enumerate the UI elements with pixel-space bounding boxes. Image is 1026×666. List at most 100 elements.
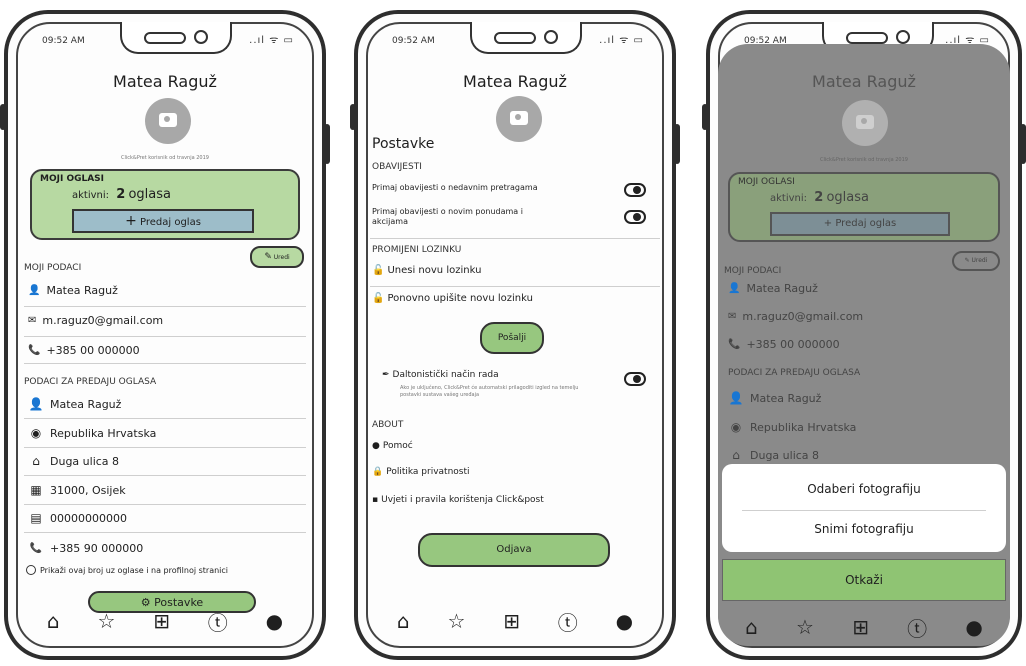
phone-notch xyxy=(120,22,232,54)
terms-link[interactable]: ▪ Uvjeti i pravila korištenja Click&post xyxy=(372,495,544,505)
phone-power-button xyxy=(674,124,680,164)
sell-street: Duga ulica 8 xyxy=(50,454,120,468)
colorblind-row: ✒ Daltonistički način rada xyxy=(382,370,499,380)
active-label: aktivni: xyxy=(72,190,110,201)
lock-icon: 🔓 xyxy=(372,293,385,304)
plus-icon: + xyxy=(823,218,833,229)
radio-button[interactable] xyxy=(26,565,36,575)
my-ads-title: MOJI OGLASI xyxy=(738,177,795,187)
edit-icon: ✎ xyxy=(964,257,970,264)
sell-name: Matea Raguž xyxy=(50,397,122,411)
my-data-phone: +385 00 000000 xyxy=(746,338,840,351)
chat-icon[interactable]: ⓣ xyxy=(907,613,927,642)
status-icons: ..ıl ᯤ ▭ xyxy=(599,35,644,46)
settings-title: Postavke xyxy=(372,136,435,152)
help-link[interactable]: ● Pomoć xyxy=(372,441,413,451)
colorblind-toggle[interactable] xyxy=(624,372,646,386)
divider xyxy=(24,504,306,505)
notif-offers-label: Primaj obavijesti o novim ponudama i akc… xyxy=(372,207,523,226)
phone-notch xyxy=(470,22,582,54)
add-icon[interactable]: ⊞ xyxy=(503,609,520,633)
home-icon[interactable]: ⌂ xyxy=(47,609,60,633)
active-count: 2 xyxy=(814,190,824,205)
divider xyxy=(24,475,306,476)
divider xyxy=(742,510,986,511)
profile-icon[interactable]: ● xyxy=(616,609,633,633)
about-title: ABOUT xyxy=(372,420,404,430)
bottom-nav: ⌂ ☆ ⊞ ⓣ ● xyxy=(28,606,302,636)
my-data-name-row: 👤 Matea Raguž xyxy=(728,282,818,295)
profile-icon[interactable]: ● xyxy=(965,615,982,639)
avatar-camera-button[interactable] xyxy=(496,96,542,142)
home-icon[interactable]: ⌂ xyxy=(397,609,410,633)
password-title: PROMIJENI LOZINKU xyxy=(372,245,462,255)
favorites-icon[interactable]: ☆ xyxy=(796,615,814,639)
plus-icon: + xyxy=(125,213,137,229)
divider xyxy=(24,532,306,533)
choose-photo-option[interactable]: Odaberi fotografiju xyxy=(722,482,1006,496)
notif-offers-toggle[interactable] xyxy=(624,210,646,224)
notif-recent-toggle[interactable] xyxy=(624,183,646,197)
sell-country-row: ◉ Republika Hrvatska xyxy=(728,420,857,434)
camera-icon xyxy=(159,113,177,127)
cancel-button[interactable]: Otkaži xyxy=(722,559,1006,601)
phone-volume-button xyxy=(0,104,6,130)
my-data-title: MOJI PODACI xyxy=(724,266,782,276)
phone-power-button xyxy=(1020,124,1026,164)
sell-country: Republika Hrvatska xyxy=(750,420,857,434)
send-button[interactable]: Pošalji xyxy=(480,322,544,354)
divider xyxy=(370,238,660,239)
edit-button: ✎ Uredi xyxy=(952,251,1000,271)
sell-ad-button[interactable]: + Predaj oglas xyxy=(72,209,254,233)
favorites-icon[interactable]: ☆ xyxy=(447,609,465,633)
bottom-nav: ⌂ ☆ ⊞ ⓣ ● xyxy=(378,606,652,636)
member-since: Click&Pret korisnik od travnja 2019 xyxy=(121,155,209,161)
photo-picker-screen: Matea Raguž Click&Pret korisnik od travn… xyxy=(718,44,1010,646)
notif-recent-label: Primaj obavijesti o nedavnim pretragama xyxy=(372,183,538,192)
phone-volume-button xyxy=(350,104,356,130)
my-ads-box: MOJI OGLASI aktivni: 2 oglasa + Predaj o… xyxy=(728,172,1000,242)
profile-name: Matea Raguž xyxy=(463,72,567,91)
edit-button[interactable]: ✎ Uredi xyxy=(250,246,304,268)
profile-icon[interactable]: ● xyxy=(266,609,283,633)
add-icon[interactable]: ⊞ xyxy=(153,609,170,633)
colorblind-title: Daltonistički način rada xyxy=(392,370,499,380)
avatar-camera-button[interactable] xyxy=(145,98,191,144)
my-ads-title: MOJI OGLASI xyxy=(40,174,105,184)
home-icon[interactable]: ⌂ xyxy=(745,615,758,639)
repeat-password-field[interactable]: 🔓 Ponovno upišite novu lozinku xyxy=(372,293,533,304)
building-icon: ▦ xyxy=(30,483,42,497)
my-data-email-row: ✉ m.raguz0@gmail.com xyxy=(28,314,163,327)
my-data-email: m.raguz0@gmail.com xyxy=(742,310,864,323)
phone-volume-button xyxy=(702,104,708,130)
status-time: 09:52 AM xyxy=(42,36,85,46)
my-data-phone-row: 📞 +385 00 000000 xyxy=(728,338,840,351)
sell-data-title: PODACI ZA PREDAJU OGLASA xyxy=(24,377,157,387)
phone-icon: 📞 xyxy=(28,345,41,356)
sell-country: Republika Hrvatska xyxy=(50,426,157,440)
colorblind-description: Ako je uključeno, Click&Pret će automats… xyxy=(400,385,579,398)
phone-profile: 09:52 AM ..ıl ᯤ ▭ Matea Raguž Click&Pret… xyxy=(0,10,330,660)
phone-photo-picker: 09:52 AM ..ıl ᯤ ▭ Matea Raguž Click&Pret… xyxy=(702,10,1026,660)
privacy-link[interactable]: 🔒 Politika privatnosti xyxy=(372,467,470,477)
info-icon: ● xyxy=(372,441,380,451)
add-icon[interactable]: ⊞ xyxy=(852,615,869,639)
new-password-field[interactable]: 🔓 Unesi novu lozinku xyxy=(372,265,481,276)
sell-id: 00000000000 xyxy=(50,511,127,525)
terms-label: Uvjeti i pravila korištenja Click&post xyxy=(381,495,544,505)
logout-button[interactable]: Odjava xyxy=(418,533,610,567)
take-photo-option[interactable]: Snimi fotografiju xyxy=(722,522,1006,536)
id-card-icon: ▤ xyxy=(30,511,42,525)
phone-icon: 📞 xyxy=(728,339,741,350)
notifications-title: OBAVIJESTI xyxy=(372,162,422,172)
divider xyxy=(24,336,306,337)
favorites-icon[interactable]: ☆ xyxy=(97,609,115,633)
my-data-title: MOJI PODACI xyxy=(24,263,82,273)
profile-name: Matea Raguž xyxy=(113,72,217,91)
mail-icon: ✉ xyxy=(28,315,37,326)
chat-icon[interactable]: ⓣ xyxy=(208,607,228,636)
edit-label: Uredi xyxy=(273,254,290,261)
sell-phone-row: 📞 +385 90 000000 xyxy=(28,542,143,555)
chat-icon[interactable]: ⓣ xyxy=(558,607,578,636)
show-phone-option[interactable]: Prikaži ovaj broj uz oglase i na profiln… xyxy=(26,565,228,575)
